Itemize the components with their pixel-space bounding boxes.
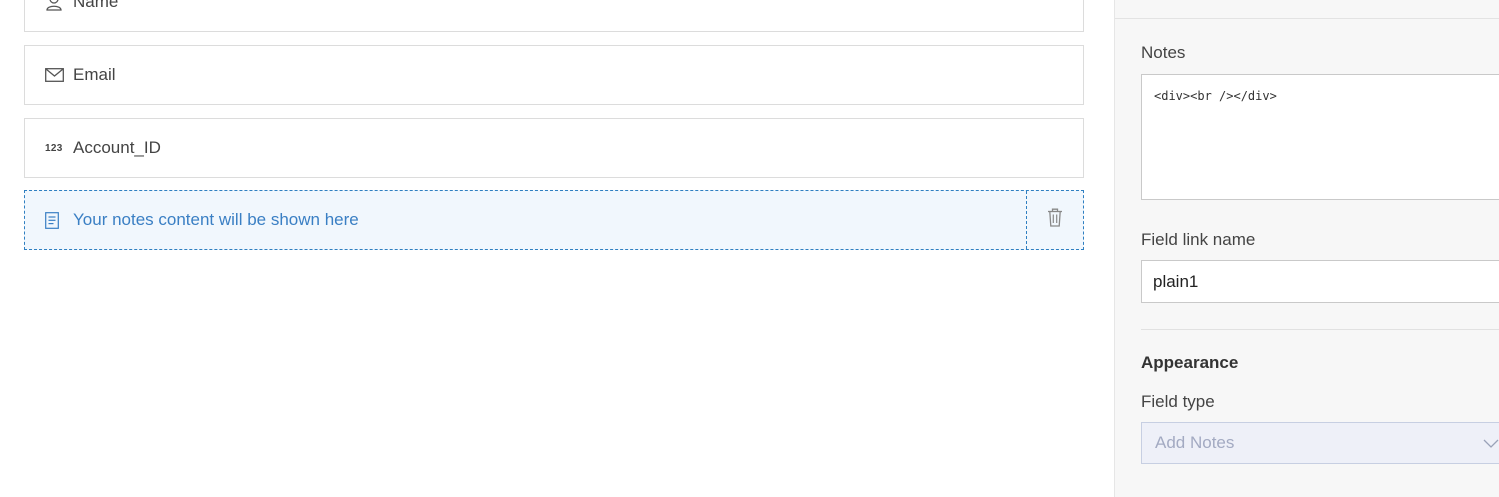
- user-icon: [25, 0, 73, 11]
- field-type-label: Field type: [1141, 392, 1215, 411]
- trash-icon: [1047, 208, 1063, 232]
- field-type-value: Add Notes: [1155, 433, 1235, 452]
- form-canvas: Name Email 123 Account_ID Your notes con…: [0, 0, 1114, 497]
- section-divider: [1141, 329, 1499, 330]
- field-label: Account_ID: [73, 138, 161, 157]
- field-properties-panel: Notes <div><br /></div> Field link name …: [1114, 0, 1499, 497]
- notes-placeholder-text: Your notes content will be shown here: [73, 210, 359, 229]
- number-icon-text: 123: [45, 142, 63, 154]
- field-row-account-id[interactable]: 123 Account_ID: [24, 118, 1084, 178]
- field-label: Name: [73, 0, 119, 11]
- field-type-select[interactable]: Add Notes: [1141, 422, 1499, 464]
- field-label: Email: [73, 65, 116, 84]
- notes-icon: [25, 211, 73, 229]
- appearance-heading: Appearance: [1141, 353, 1239, 372]
- field-row-email[interactable]: Email: [24, 45, 1084, 105]
- field-row-name[interactable]: Name: [24, 0, 1084, 32]
- notes-label: Notes: [1141, 43, 1186, 62]
- delete-field-button[interactable]: [1026, 191, 1083, 249]
- field-row-notes-selected[interactable]: Your notes content will be shown here: [24, 190, 1084, 250]
- field-link-name-label: Field link name: [1141, 230, 1256, 249]
- notes-editor[interactable]: <div><br /></div>: [1141, 74, 1499, 200]
- mail-icon: [25, 68, 73, 82]
- panel-divider-top: [1115, 18, 1499, 19]
- number-icon: 123: [25, 143, 73, 154]
- chevron-down-icon: [1483, 436, 1499, 457]
- field-link-name-input[interactable]: [1141, 260, 1499, 303]
